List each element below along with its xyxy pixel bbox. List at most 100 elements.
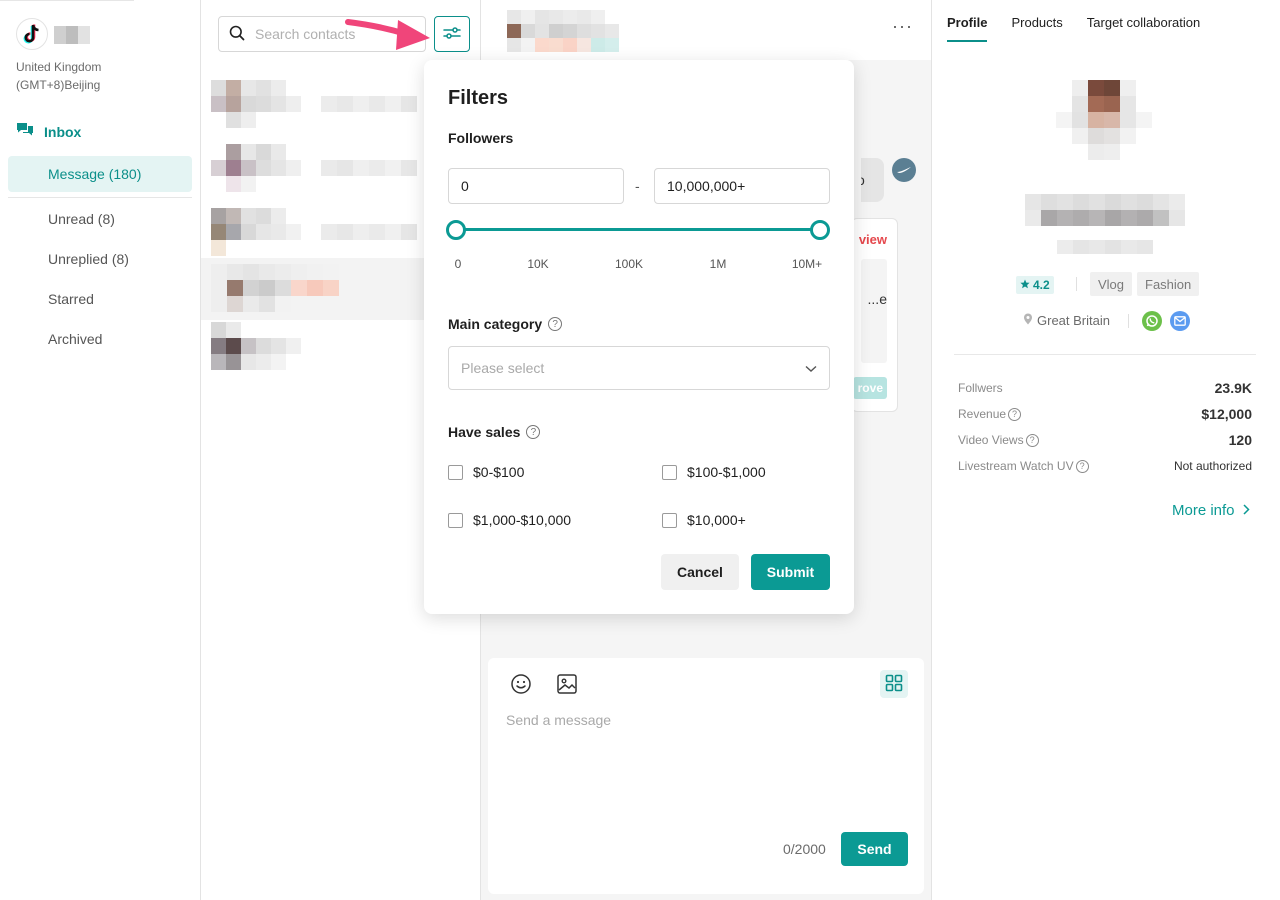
main-category-select[interactable]: Please select <box>448 346 830 390</box>
stat-label-text: Follwers <box>958 381 1003 395</box>
chat-bubbles-icon <box>16 122 34 141</box>
profile-avatar-redacted <box>1056 80 1152 160</box>
chat-contact-redacted <box>507 10 633 52</box>
name-redacted <box>321 96 417 112</box>
filter-sliders-icon <box>443 25 461 44</box>
checkbox[interactable] <box>448 464 463 480</box>
chevron-right-icon <box>1243 502 1250 519</box>
main-category-label-text: Main category <box>448 316 543 332</box>
inbox-label: Inbox <box>44 123 82 140</box>
followers-slider-track[interactable] <box>456 228 820 231</box>
email-icon[interactable] <box>1170 311 1190 331</box>
help-icon[interactable]: ? <box>1025 433 1039 447</box>
submit-button[interactable]: Submit <box>751 554 830 590</box>
help-icon[interactable]: ? <box>1075 459 1089 473</box>
tab-profile[interactable]: Profile <box>947 0 988 44</box>
avatar-redacted <box>211 322 301 370</box>
more-info-link[interactable]: More info <box>1172 502 1250 519</box>
chevron-down-icon <box>805 360 817 376</box>
followers-max-input[interactable] <box>654 168 830 204</box>
search-icon <box>229 25 245 44</box>
cancel-button[interactable]: Cancel <box>661 554 739 590</box>
filter-button[interactable] <box>434 16 470 52</box>
stat-value: 120 <box>1228 432 1252 448</box>
divider <box>1076 277 1077 291</box>
followers-label-text: Followers <box>448 130 514 146</box>
sender-avatar <box>892 158 916 182</box>
stat-revenue: Revenue? $12,000 <box>958 404 1252 424</box>
profile-tabs: Profile Products Target collaboration <box>947 0 1200 44</box>
store-name-redacted <box>54 26 90 44</box>
tab-target-collaboration[interactable]: Target collaboration <box>1087 0 1200 44</box>
sales-option-1000-10000[interactable]: $1,000-$10,000 <box>448 512 571 528</box>
sidebar-item-starred[interactable]: Starred <box>8 281 192 317</box>
collaboration-card[interactable]: view e... rove <box>851 218 898 412</box>
checkbox[interactable] <box>448 512 463 528</box>
main-category-placeholder: Please select <box>461 360 545 376</box>
have-sales-label: Have sales ? <box>448 424 541 440</box>
followers-slider-max-handle[interactable] <box>810 220 830 240</box>
divider <box>8 197 192 198</box>
sales-option-label: $1,000-$10,000 <box>473 512 572 528</box>
sidebar-item-archived[interactable]: Archived <box>8 321 192 357</box>
stat-value: Not authorized <box>1173 459 1252 473</box>
help-icon[interactable]: ? <box>526 425 541 439</box>
more-info-label: More info <box>1172 502 1235 519</box>
stat-label-text: Revenue <box>958 407 1007 421</box>
sidebar-item-unread[interactable]: Unread (8) <box>8 201 192 237</box>
tag-fashion: Fashion <box>1137 272 1200 296</box>
tab-products[interactable]: Products <box>1011 0 1062 44</box>
checkbox[interactable] <box>662 464 677 480</box>
followers-slider-min-handle[interactable] <box>446 220 466 240</box>
emoji-button[interactable] <box>508 672 534 698</box>
slider-tick-label: 100K <box>614 257 644 271</box>
quick-apps-button[interactable] <box>880 670 908 698</box>
message-input[interactable] <box>506 712 906 812</box>
image-icon <box>556 673 578 698</box>
search-box[interactable] <box>218 16 426 52</box>
inbox-header[interactable]: Inbox <box>16 122 81 141</box>
followers-min-input[interactable] <box>448 168 624 204</box>
message-text: ello <box>861 172 865 188</box>
more-options-icon[interactable]: ··· <box>892 16 913 37</box>
filters-popover: Filters Followers - 0 10K 100K 1M 10M+ M… <box>424 60 854 614</box>
sales-option-100-1000[interactable]: $100-$1,000 <box>662 464 766 480</box>
sales-option-0-100[interactable]: $0-$100 <box>448 464 524 480</box>
slider-tick-label: 10M+ <box>791 257 823 271</box>
whatsapp-icon[interactable] <box>1142 311 1162 331</box>
have-sales-label-text: Have sales <box>448 424 521 440</box>
sales-option-label: $0-$100 <box>473 464 525 480</box>
slider-tick-label: 0 <box>454 257 462 271</box>
checkbox[interactable] <box>662 512 677 528</box>
profile-name-redacted <box>1025 194 1185 226</box>
stat-label-text: Livestream Watch UV <box>958 459 1074 473</box>
stat-label-text: Video Views <box>958 433 1024 447</box>
card-snippet: e... <box>861 259 887 363</box>
smiley-icon <box>510 673 532 698</box>
image-button[interactable] <box>554 672 580 698</box>
stat-video-views: Video Views? 120 <box>958 430 1252 450</box>
stat-followers: Follwers 23.9K <box>958 378 1252 398</box>
slider-tick-label: 1M <box>709 257 727 271</box>
location-pin-icon <box>1023 313 1033 328</box>
message-bubble: ello <box>861 158 884 202</box>
sidebar-item-unreplied[interactable]: Unreplied (8) <box>8 241 192 277</box>
tiktok-logo-icon <box>16 18 48 50</box>
range-separator: - <box>635 178 640 194</box>
card-approve-button[interactable]: rove <box>853 377 887 399</box>
search-input[interactable] <box>255 26 405 42</box>
send-button[interactable]: Send <box>841 832 908 866</box>
help-icon[interactable]: ? <box>548 317 563 331</box>
divider <box>954 354 1256 355</box>
name-redacted <box>321 160 417 176</box>
avatar-redacted <box>211 208 301 256</box>
sidebar-item-message[interactable]: Message (180) <box>8 156 192 192</box>
sales-option-10000-plus[interactable]: $10,000+ <box>662 512 746 528</box>
filters-title: Filters <box>448 87 509 109</box>
character-counter: 0/2000 <box>783 841 826 857</box>
divider <box>1128 314 1129 328</box>
tag-vlog: Vlog <box>1090 272 1133 296</box>
rating-badge: 4.2 <box>1016 276 1054 294</box>
avatar-redacted <box>211 264 339 312</box>
help-icon[interactable]: ? <box>1008 407 1022 421</box>
